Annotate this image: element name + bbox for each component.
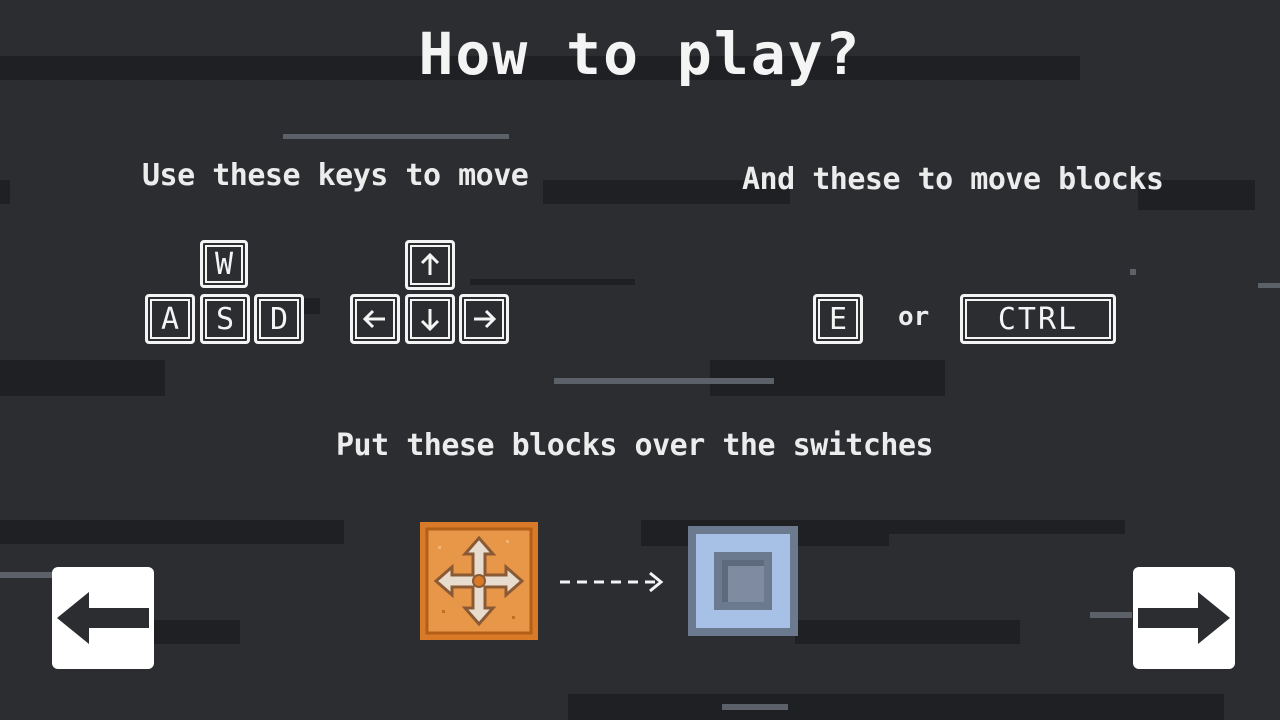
bg-streak <box>884 694 1224 720</box>
key-a: A <box>145 294 195 344</box>
bg-streak <box>1130 269 1136 275</box>
arrow-left-icon <box>362 309 385 329</box>
bg-streak <box>1258 283 1280 288</box>
blocks-heading: Put these blocks over the switches <box>336 428 934 463</box>
bg-streak <box>0 520 344 544</box>
dashed-arrow <box>558 568 668 596</box>
arrow-key-left <box>350 294 400 344</box>
movable-block <box>420 522 538 640</box>
key-s: S <box>200 294 250 344</box>
bg-streak <box>0 360 165 396</box>
bg-streak <box>1090 612 1132 618</box>
key-e: E <box>813 294 863 344</box>
how-to-play-screen: How to play? Use these keys to move And … <box>0 0 1280 720</box>
next-button[interactable] <box>1133 567 1235 669</box>
arrow-up-icon <box>420 252 440 275</box>
arrow-right-icon <box>474 309 497 329</box>
arrow-key-right <box>459 294 509 344</box>
key-d: D <box>254 294 304 344</box>
arrow-down-icon <box>420 309 440 332</box>
arrow-key-down <box>405 294 455 344</box>
page-title: How to play? <box>418 20 862 88</box>
bg-streak <box>283 134 509 139</box>
bg-streak <box>554 378 774 384</box>
switch-icon <box>688 526 798 636</box>
move-cross-icon <box>420 522 538 640</box>
previous-button[interactable] <box>52 567 154 669</box>
arrow-left-icon <box>57 592 149 644</box>
bg-streak <box>150 620 240 644</box>
key-ctrl: CTRL <box>960 294 1116 344</box>
bg-streak <box>0 180 10 204</box>
arrow-key-up <box>405 240 455 290</box>
or-label: or <box>898 302 930 332</box>
dashed-arrow-icon <box>560 571 664 593</box>
arrow-right-icon <box>1138 592 1230 644</box>
switch-tile <box>688 526 798 636</box>
key-w: W <box>200 240 248 288</box>
bg-streak <box>470 279 635 285</box>
bg-streak <box>0 572 54 578</box>
bg-streak <box>722 704 788 710</box>
move-heading: Use these keys to move <box>142 158 529 193</box>
block-heading: And these to move blocks <box>742 162 1164 197</box>
bg-streak <box>795 620 1020 644</box>
